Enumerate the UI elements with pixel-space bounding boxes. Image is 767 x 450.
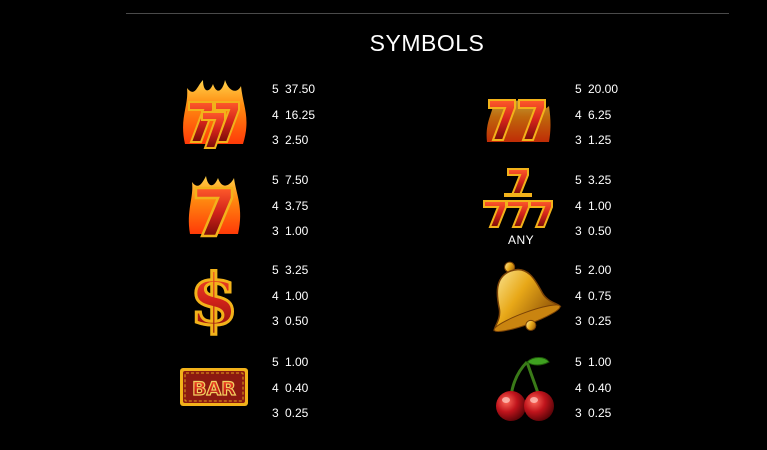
pay-value: 3.25 <box>588 173 612 187</box>
pay-row: 4 3.75 <box>272 194 308 220</box>
match-count: 3 <box>272 133 279 147</box>
match-count: 3 <box>272 406 279 420</box>
double-seven-icon <box>478 76 558 156</box>
pay-value: 2.50 <box>285 133 309 147</box>
cherry-icon <box>484 350 564 430</box>
pay-value: 0.25 <box>588 314 612 328</box>
flaming-seven-icon <box>174 167 254 247</box>
pay-row: 5 3.25 <box>575 168 611 194</box>
paytable-flaming-triple-seven: 5 37.50 4 16.25 3 2.50 <box>272 77 315 154</box>
match-count: 4 <box>272 107 279 122</box>
pay-value: 6.25 <box>588 107 612 122</box>
pay-value: 1.00 <box>588 198 612 213</box>
match-count: 5 <box>575 263 582 277</box>
match-count: 4 <box>575 288 582 303</box>
pay-row: 5 3.25 <box>272 258 308 284</box>
pay-value: 1.25 <box>588 133 612 147</box>
match-count: 3 <box>575 406 582 420</box>
pay-row: 3 1.25 <box>575 128 618 154</box>
paytable-bar: 5 1.00 4 0.40 3 0.25 <box>272 350 308 427</box>
pay-row: 3 1.00 <box>272 219 308 245</box>
match-count: 4 <box>575 107 582 122</box>
match-count: 3 <box>575 314 582 328</box>
pay-row: 5 20.00 <box>575 77 618 103</box>
paytable-flaming-seven: 5 7.50 4 3.75 3 1.00 <box>272 168 308 245</box>
pay-row: 4 16.25 <box>272 103 315 129</box>
pay-value: 2.00 <box>588 263 612 277</box>
pay-value: 0.50 <box>285 314 309 328</box>
pay-value: 37.50 <box>285 82 316 96</box>
pay-row: 4 0.40 <box>575 376 611 402</box>
top-divider <box>126 13 729 14</box>
paytable-double-seven: 5 20.00 4 6.25 3 1.25 <box>575 77 618 154</box>
match-count: 3 <box>575 133 582 147</box>
match-count: 5 <box>575 355 582 369</box>
match-count: 4 <box>575 380 582 395</box>
match-count: 4 <box>575 198 582 213</box>
match-count: 4 <box>272 288 279 303</box>
any-seven-icon <box>478 160 558 232</box>
pay-row: 5 2.00 <box>575 258 611 284</box>
match-count: 5 <box>272 82 279 96</box>
match-count: 5 <box>272 173 279 187</box>
pay-row: 3 0.25 <box>575 309 611 335</box>
pay-row: 4 0.75 <box>575 284 611 310</box>
pay-row: 3 0.50 <box>272 309 308 335</box>
match-count: 3 <box>272 314 279 328</box>
pay-row: 5 37.50 <box>272 77 315 103</box>
page-title: SYMBOLS <box>369 30 485 56</box>
bell-icon <box>478 256 562 336</box>
match-count: 5 <box>272 355 279 369</box>
pay-value: 3.25 <box>285 263 309 277</box>
pay-value: 1.00 <box>285 288 309 303</box>
pay-value: 1.00 <box>588 355 612 369</box>
pay-row: 5 1.00 <box>272 350 308 376</box>
paytable-any-seven: 5 3.25 4 1.00 3 0.50 <box>575 168 611 245</box>
match-count: 3 <box>575 224 582 238</box>
pay-value: 3.75 <box>285 198 309 213</box>
pay-value: 16.25 <box>285 107 316 122</box>
pay-row: 3 0.25 <box>272 401 308 427</box>
pay-row: 4 6.25 <box>575 103 618 129</box>
bar-text: BAR <box>192 378 236 400</box>
pay-row: 4 1.00 <box>272 284 308 310</box>
pay-value: 0.50 <box>588 224 612 238</box>
pay-row: 3 0.25 <box>575 401 611 427</box>
dollar-sign-icon: $ <box>174 257 254 343</box>
any-caption: ANY <box>508 233 535 247</box>
pay-row: 5 7.50 <box>272 168 308 194</box>
pay-row: 3 0.50 <box>575 219 611 245</box>
flaming-triple-seven-icon <box>174 76 254 156</box>
bar-icon: BAR <box>174 347 254 427</box>
pay-value: 1.00 <box>285 355 309 369</box>
match-count: 5 <box>575 173 582 187</box>
pay-value: 0.40 <box>285 380 309 395</box>
pay-value: 0.25 <box>588 406 612 420</box>
pay-value: 0.75 <box>588 288 612 303</box>
match-count: 3 <box>272 224 279 238</box>
match-count: 4 <box>272 198 279 213</box>
pay-row: 4 0.40 <box>272 376 308 402</box>
pay-row: 3 2.50 <box>272 128 315 154</box>
pay-value: 1.00 <box>285 224 309 238</box>
paytable-cherry: 5 1.00 4 0.40 3 0.25 <box>575 350 611 427</box>
paytable-dollar: 5 3.25 4 1.00 3 0.50 <box>272 258 308 335</box>
pay-row: 4 1.00 <box>575 194 611 220</box>
pay-value: 0.40 <box>588 380 612 395</box>
svg-text:$: $ <box>190 258 239 341</box>
pay-row: 5 1.00 <box>575 350 611 376</box>
pay-value: 20.00 <box>588 82 619 96</box>
match-count: 5 <box>575 82 582 96</box>
pay-value: 0.25 <box>285 406 309 420</box>
match-count: 5 <box>272 263 279 277</box>
paytable-bell: 5 2.00 4 0.75 3 0.25 <box>575 258 611 335</box>
pay-value: 7.50 <box>285 173 309 187</box>
match-count: 4 <box>272 380 279 395</box>
